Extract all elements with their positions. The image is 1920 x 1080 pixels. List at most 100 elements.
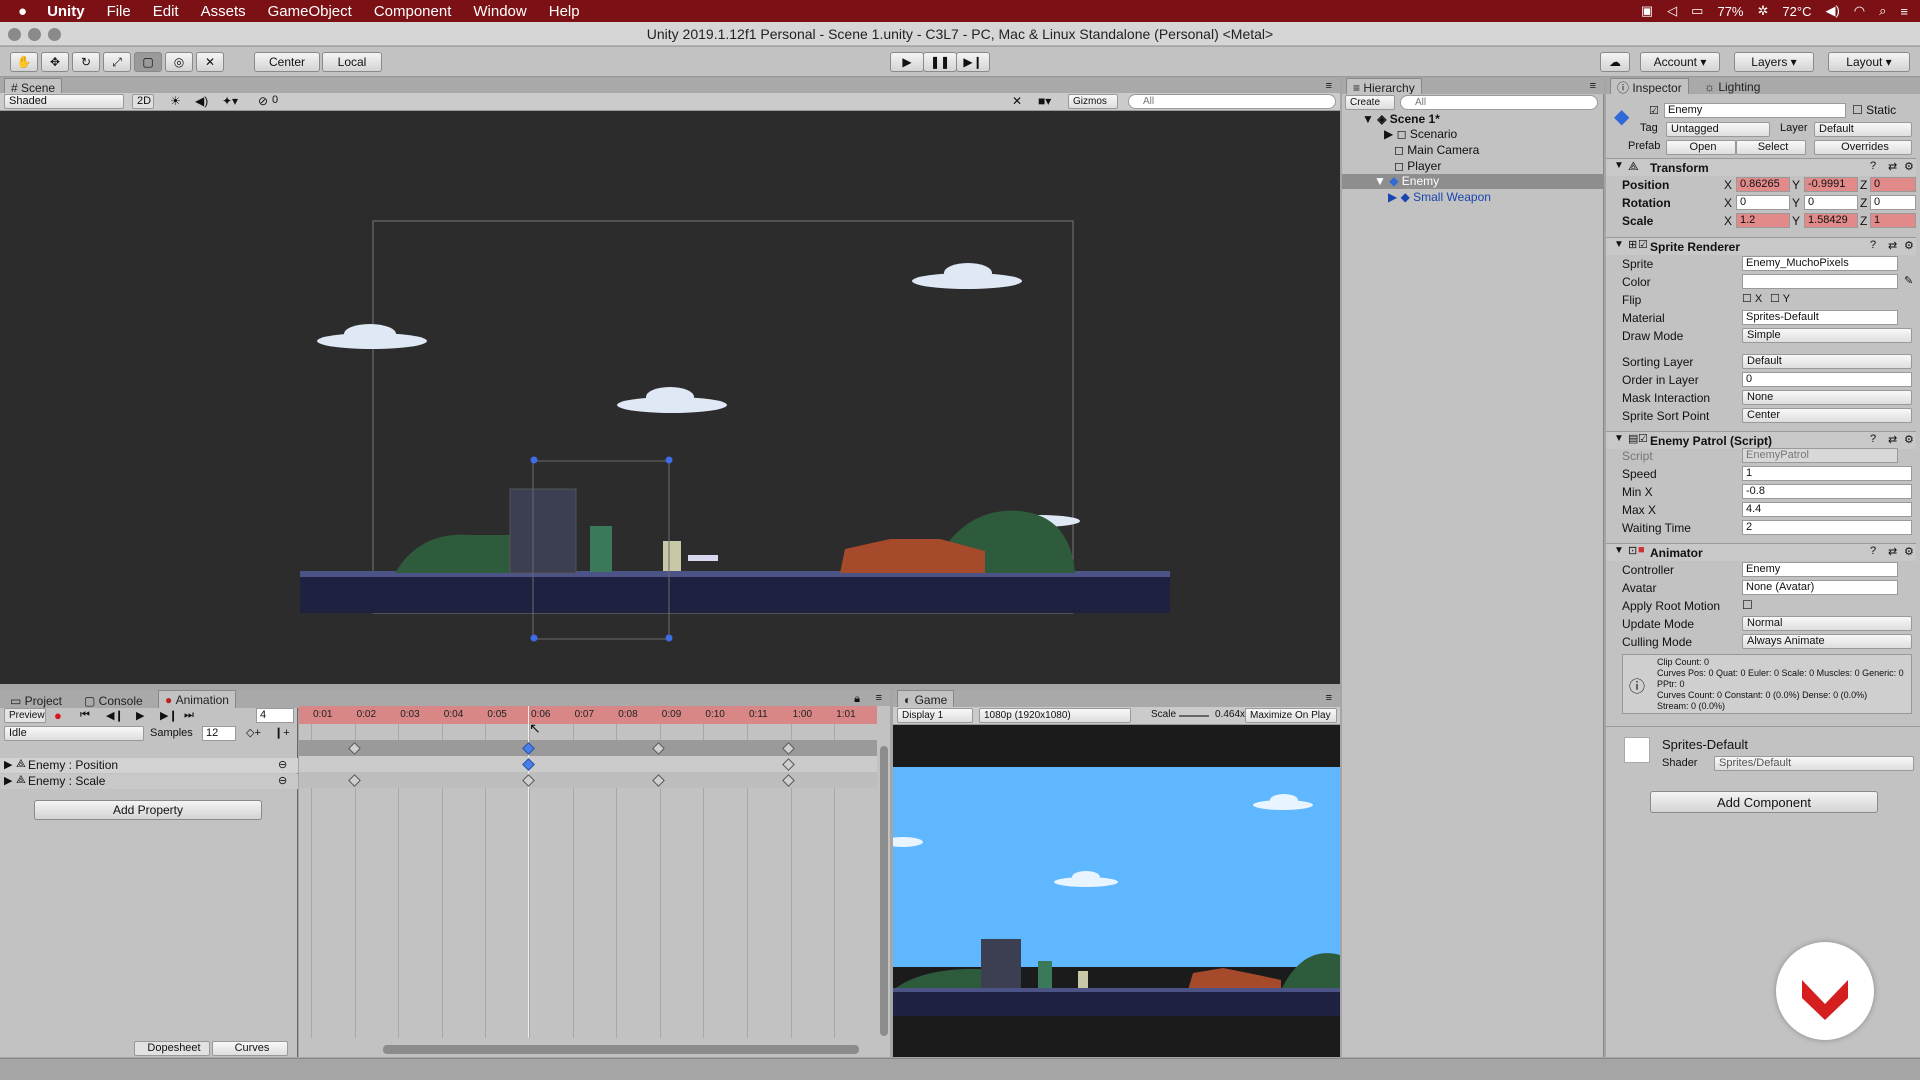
game-view[interactable] xyxy=(883,725,1340,1057)
component-preset-icon[interactable]: ⇄ xyxy=(1888,433,1897,446)
add-event-icon[interactable]: ❙+ xyxy=(274,726,290,739)
hierarchy-create-dropdown[interactable]: Create xyxy=(1345,95,1395,110)
maximize-on-play-toggle[interactable]: Maximize On Play xyxy=(1245,708,1337,723)
component-enabled-checkbox[interactable]: ☑ xyxy=(1638,238,1648,251)
scale-x-field[interactable]: 1.2 xyxy=(1736,213,1790,228)
sprite-sort-point-dropdown[interactable]: Center xyxy=(1742,408,1912,423)
menu-window[interactable]: Window xyxy=(473,3,526,20)
culling-mode-dropdown[interactable]: Always Animate xyxy=(1742,634,1912,649)
curves-tab[interactable]: Curves xyxy=(212,1041,288,1056)
current-frame-field[interactable]: 4 xyxy=(256,708,294,723)
waiting-time-field[interactable]: 2 xyxy=(1742,520,1912,535)
update-mode-dropdown[interactable]: Normal xyxy=(1742,616,1912,631)
scale-slider[interactable] xyxy=(1179,715,1209,717)
first-keyframe-icon[interactable]: ⏮ xyxy=(80,709,90,722)
flip-y-checkbox[interactable]: ☐ Y xyxy=(1770,292,1790,305)
temperature-icon[interactable]: ✲ xyxy=(1758,3,1769,19)
resolution-dropdown[interactable]: 1080p (1920x1080) xyxy=(979,708,1131,723)
property-options-icon[interactable]: ⊖ xyxy=(278,758,287,771)
animation-timeline[interactable]: 0:01 0:02 0:03 0:04 0:05 0:06 0:07 0:08 0:09 0:10… xyxy=(299,706,890,1057)
sorting-layer-dropdown[interactable]: Default xyxy=(1742,354,1912,369)
add-keyframe-icon[interactable]: ◇+ xyxy=(246,726,261,739)
dopesheet-tab[interactable]: Dopesheet xyxy=(134,1041,210,1056)
scene-root-item[interactable]: ▼ ◈ Scene 1* xyxy=(1362,112,1440,126)
component-enabled-checkbox[interactable]: ☑ xyxy=(1638,432,1648,445)
display-icon[interactable]: ▣ xyxy=(1641,3,1653,19)
audio-toggle-icon[interactable]: ◀) xyxy=(195,94,208,108)
cloud-icon[interactable]: ☁ xyxy=(1600,52,1630,72)
order-in-layer-field[interactable]: 0 xyxy=(1742,372,1912,387)
component-help-icon[interactable]: ? xyxy=(1870,433,1876,445)
eyedropper-icon[interactable]: ✎ xyxy=(1904,274,1913,287)
position-y-field[interactable]: -0.9991 xyxy=(1804,177,1858,192)
apple-icon[interactable]: ● xyxy=(18,3,27,20)
prefab-overrides-dropdown[interactable]: Overrides xyxy=(1814,140,1912,155)
component-help-icon[interactable]: ? xyxy=(1870,545,1876,557)
tab-game[interactable]: ◐ Game xyxy=(897,690,955,708)
scale-tool-icon[interactable]: ⤢ xyxy=(103,52,131,72)
tab-animation[interactable]: ● Animation xyxy=(158,690,236,708)
move-tool-icon[interactable]: ✥ xyxy=(41,52,69,72)
rotation-x-field[interactable]: 0 xyxy=(1736,195,1790,210)
speaker-icon[interactable]: ◀) xyxy=(1825,3,1839,19)
foldout-arrow-icon[interactable]: ▼ xyxy=(1614,433,1624,444)
scale-z-field[interactable]: 1 xyxy=(1870,213,1916,228)
effects-toggle-icon[interactable]: ✦▾ xyxy=(222,94,238,108)
volume-icon[interactable]: ◁ xyxy=(1667,3,1677,19)
mode-2d-toggle[interactable]: 2D xyxy=(132,94,154,109)
menu-component[interactable]: Component xyxy=(374,3,452,20)
wifi-icon[interactable]: ◠ xyxy=(1854,3,1865,19)
pivot-center-toggle[interactable]: Center xyxy=(254,52,320,72)
lock-icon[interactable]: 🔒︎ xyxy=(854,693,860,706)
controller-field[interactable]: Enemy xyxy=(1742,562,1898,577)
menu-edit[interactable]: Edit xyxy=(153,3,179,20)
rect-tool-icon[interactable]: ▢ xyxy=(134,52,162,72)
pivot-local-toggle[interactable]: Local xyxy=(322,52,382,72)
gizmos-dropdown[interactable]: Gizmos xyxy=(1068,94,1118,109)
tools-icon[interactable]: ✕ xyxy=(1012,94,1022,108)
playhead[interactable] xyxy=(528,706,529,1038)
preview-toggle[interactable]: Preview xyxy=(4,708,46,723)
panel-menu-icon[interactable]: ≡ xyxy=(1326,692,1332,704)
clip-dropdown[interactable]: Idle xyxy=(4,726,144,741)
hierarchy-search-input[interactable]: All xyxy=(1400,95,1598,110)
component-preset-icon[interactable]: ⇄ xyxy=(1888,239,1897,252)
search-icon[interactable]: ⌕ xyxy=(1879,3,1886,19)
menu-file[interactable]: File xyxy=(107,3,131,20)
min-x-field[interactable]: -0.8 xyxy=(1742,484,1912,499)
battery-icon[interactable]: ▭ xyxy=(1691,3,1703,19)
component-settings-icon[interactable]: ⚙ xyxy=(1904,239,1914,252)
panel-menu-icon[interactable]: ≡ xyxy=(1590,80,1596,92)
gameobject-name-field[interactable]: Enemy xyxy=(1664,103,1846,118)
last-keyframe-icon[interactable]: ⏭ xyxy=(184,709,194,722)
property-expand-icon[interactable]: ▶ xyxy=(4,758,12,771)
foldout-arrow-icon[interactable]: ▼ xyxy=(1614,160,1624,171)
component-preset-icon[interactable]: ⇄ xyxy=(1888,545,1897,558)
shading-mode-dropdown[interactable]: Shaded xyxy=(4,94,124,109)
component-help-icon[interactable]: ? xyxy=(1870,239,1876,251)
close-window-button[interactable] xyxy=(8,28,21,41)
hand-tool-icon[interactable]: ✋ xyxy=(10,52,38,72)
minimize-window-button[interactable] xyxy=(28,28,41,41)
step-button[interactable]: ▶❙ xyxy=(956,52,990,72)
display-dropdown[interactable]: Display 1 xyxy=(897,708,973,723)
prefab-select-button[interactable]: Select xyxy=(1736,140,1806,155)
shader-dropdown[interactable]: Sprites/Default xyxy=(1714,756,1914,771)
hierarchy-item-scenario[interactable]: ▶ ◻ Scenario xyxy=(1384,127,1457,141)
hidden-objects-icon[interactable]: ⊘ xyxy=(258,94,268,108)
hierarchy-item-enemy[interactable]: ▼ ◆ Enemy xyxy=(1374,174,1439,188)
timeline-vertical-scrollbar[interactable] xyxy=(880,746,888,1036)
mask-interaction-dropdown[interactable]: None xyxy=(1742,390,1912,405)
menu-list-icon[interactable]: ≡ xyxy=(1900,4,1908,19)
draw-mode-dropdown[interactable]: Simple xyxy=(1742,328,1912,343)
hierarchy-item-small-weapon[interactable]: ▶ ◆ Small Weapon xyxy=(1388,190,1491,204)
scene-search-input[interactable]: All xyxy=(1128,94,1336,109)
speed-field[interactable]: 1 xyxy=(1742,466,1912,481)
position-z-field[interactable]: 0 xyxy=(1870,177,1916,192)
add-component-button[interactable]: Add Component xyxy=(1650,791,1878,813)
camera-icon[interactable]: ■▾ xyxy=(1038,94,1051,108)
rotation-y-field[interactable]: 0 xyxy=(1804,195,1858,210)
component-enabled-checkbox[interactable]: ■ xyxy=(1638,544,1645,556)
property-expand-icon[interactable]: ▶ xyxy=(4,774,12,787)
rotation-z-field[interactable]: 0 xyxy=(1870,195,1916,210)
